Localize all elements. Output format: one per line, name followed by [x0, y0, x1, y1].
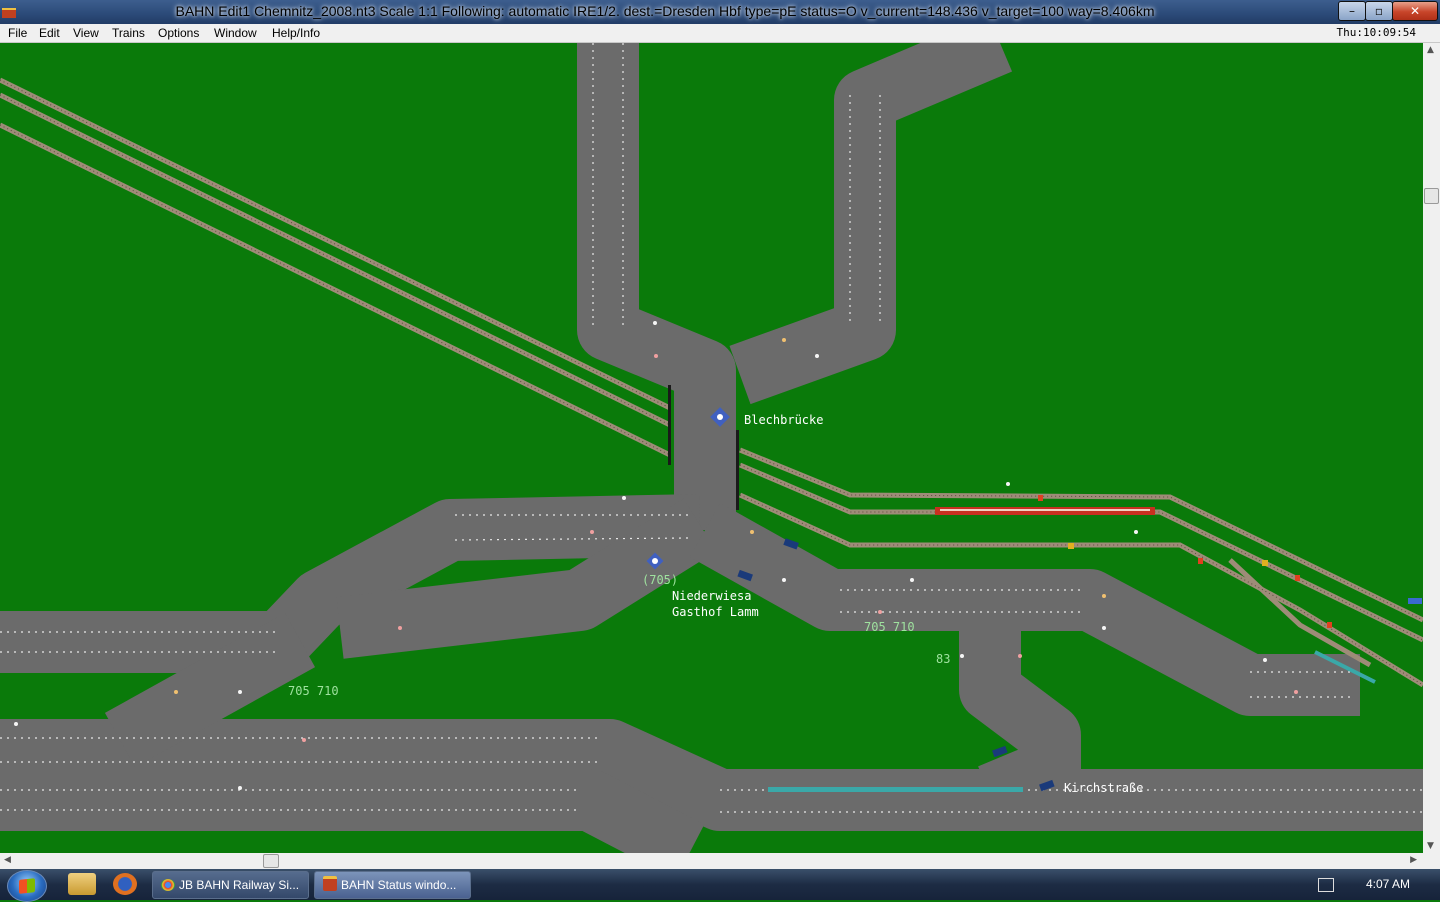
taskbar-task-bahn-status[interactable]: BAHN Status windo... — [314, 871, 471, 899]
start-button[interactable] — [7, 870, 47, 902]
menu-trains[interactable]: Trains — [112, 26, 145, 40]
train-ire1[interactable] — [935, 507, 1155, 515]
maximize-button[interactable]: ▫ — [1365, 1, 1393, 21]
vertical-scrollbar[interactable]: ▲ ▼ — [1423, 43, 1440, 853]
network-icon[interactable] — [1318, 878, 1334, 892]
chrome-icon — [161, 879, 175, 891]
taskbar-task-railway-site[interactable]: JB BAHN Railway Si... — [152, 871, 309, 899]
menu-edit[interactable]: Edit — [39, 26, 60, 40]
line-label-705-710-east: 705 710 — [864, 620, 915, 634]
menu-window[interactable]: Window — [214, 26, 257, 40]
menu-view[interactable]: View — [73, 26, 99, 40]
station-label-niederwiesa: Niederwiesa — [672, 589, 751, 603]
station-label-kirchstrasse: Kirchstraße — [1064, 781, 1143, 795]
scroll-left-icon[interactable]: ◀ — [4, 855, 11, 865]
firefox-icon[interactable] — [113, 873, 137, 895]
system-tray: 4:07 AM — [1310, 869, 1440, 900]
taskbar-clock[interactable]: 4:07 AM — [1366, 877, 1410, 891]
menu-options[interactable]: Options — [158, 26, 199, 40]
scroll-right-icon[interactable]: ▶ — [1410, 855, 1417, 865]
line-label-705-710-west: 705 710 — [288, 684, 339, 698]
menu-help-info[interactable]: Help/Info — [272, 26, 320, 40]
line-label-83: 83 — [936, 652, 950, 666]
file-explorer-icon[interactable] — [68, 873, 96, 895]
window-title: BAHN Edit1 Chemnitz_2008.nt3 Scale 1:1 F… — [175, 3, 1155, 19]
line-label-705: (705) — [642, 573, 678, 587]
bahn-icon — [323, 876, 337, 891]
scroll-up-icon[interactable]: ▲ — [1427, 45, 1434, 55]
station-label-gasthof-lamm: Gasthof Lamm — [672, 605, 759, 619]
simulation-clock: Thu:10:09:54 — [1336, 26, 1416, 39]
scroll-down-icon[interactable]: ▼ — [1427, 841, 1434, 851]
minimize-button[interactable]: – — [1338, 1, 1366, 21]
title-bar[interactable]: BAHN Edit1 Chemnitz_2008.nt3 Scale 1:1 F… — [0, 0, 1440, 24]
map-canvas[interactable]: Blechbrücke Niederwiesa Gasthof Lamm Kir… — [0, 43, 1423, 853]
menu-file[interactable]: File — [8, 26, 27, 40]
horizontal-scroll-thumb[interactable] — [263, 854, 279, 868]
scrollbar-corner — [1423, 853, 1440, 869]
horizontal-scrollbar[interactable]: ◀ ▶ — [0, 853, 1423, 869]
taskbar: JB BAHN Railway Si... BAHN Status windo.… — [0, 869, 1440, 902]
windows-logo-icon — [19, 878, 35, 894]
vertical-scroll-thumb[interactable] — [1424, 188, 1439, 204]
station-label-blechbruecke: Blechbrücke — [744, 413, 823, 427]
close-button[interactable]: ✕ — [1392, 1, 1438, 21]
menu-bar: File Edit View Trains Options Window Hel… — [0, 24, 1440, 43]
